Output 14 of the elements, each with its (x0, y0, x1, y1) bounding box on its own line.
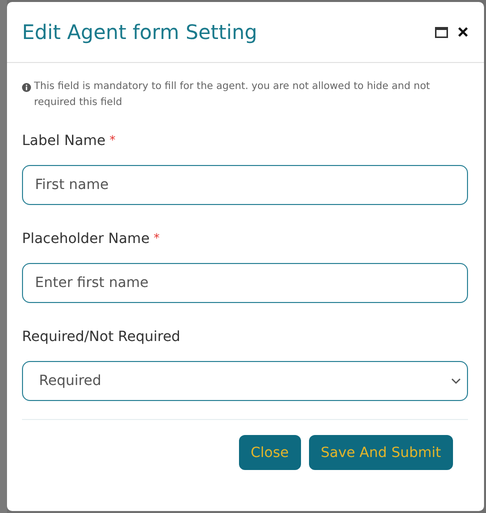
field-label: Required/Not Required (22, 329, 180, 345)
chevron-down-icon (451, 378, 461, 384)
notice-text: This field is mandatory to fill for the agent. you are not allowed to hide and not required this field (34, 80, 431, 110)
text-field[interactable]: Enter first name (22, 263, 468, 303)
field-label: Placeholder Name (22, 231, 150, 247)
text-field[interactable]: First name (22, 165, 468, 205)
required-mark: * (110, 133, 116, 147)
dialog-title: Edit Agent form Setting (22, 20, 258, 44)
info-icon (22, 83, 31, 92)
field-label: Label Name (22, 133, 106, 149)
required-mark: * (154, 231, 160, 245)
close-icon[interactable] (458, 27, 468, 37)
maximize-icon[interactable] (435, 26, 448, 38)
select-field[interactable]: Required (22, 361, 468, 401)
